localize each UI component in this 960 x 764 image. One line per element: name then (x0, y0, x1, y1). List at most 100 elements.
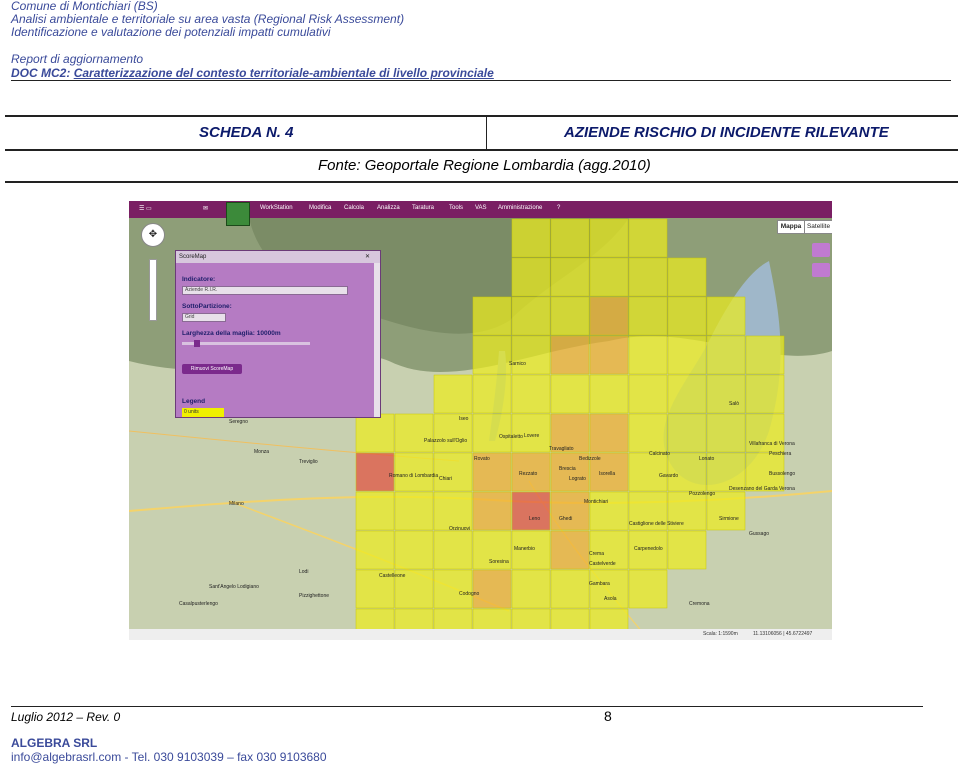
grid-cell (628, 569, 668, 609)
mesh-slider-track[interactable] (182, 342, 310, 345)
grid-cell (706, 335, 746, 375)
grid-cell (628, 413, 668, 453)
grid-cell (511, 491, 551, 531)
panel-title-bar: ScoreMap ✕ (176, 251, 380, 263)
grid-cell (589, 374, 629, 414)
grid-cell (394, 491, 434, 531)
menu-amministrazione[interactable]: Amministrazione (498, 205, 542, 211)
grid-cell (472, 491, 512, 531)
remove-scoremap-button[interactable]: Rimuovi ScoreMap (182, 364, 242, 374)
scale-readout: Scala: 1:1590m (703, 631, 738, 637)
place-label: Chiari (439, 476, 453, 482)
header-doc: DOC MC2: Caratterizzazione del contesto … (11, 67, 494, 80)
toolbar-menu-icon[interactable]: ☰ ▭ (139, 205, 152, 212)
grid-cell (550, 218, 590, 258)
footer-contact: info@algebrasrl.com - Tel. 030 9103039 –… (11, 750, 327, 764)
place-label: Casalpusterlengo (179, 601, 218, 607)
grid-cell (706, 296, 746, 336)
place-label: Orzinuovi (449, 526, 471, 532)
menu-taratura[interactable]: Taratura (412, 205, 434, 211)
page-number: 8 (604, 708, 612, 724)
place-label: Castelverde (589, 561, 616, 567)
side-tool-icon-2[interactable] (812, 263, 830, 277)
pan-control-icon[interactable]: ✥ (141, 223, 165, 247)
grid-cell (589, 218, 629, 258)
place-label: Sant'Angelo Lodigiano (209, 584, 259, 590)
map-screenshot: ☰ ▭ ✉ WorkStation Modifica Calcola Anali… (129, 201, 832, 640)
place-label: Gavardo (659, 473, 679, 479)
grid-cell (667, 530, 707, 570)
grid-cell (589, 413, 629, 453)
place-label: Leno (529, 516, 541, 522)
place-label: Lonato (699, 456, 715, 462)
grid-cell (355, 491, 395, 531)
scheda-bottom-rule (5, 181, 958, 183)
panel-close-icon[interactable]: ✕ (365, 251, 370, 263)
grid-cell (550, 530, 590, 570)
grid-cell (472, 296, 512, 336)
grid-cell (433, 569, 473, 609)
place-label: Ghedi (559, 516, 573, 522)
place-label: Lodi (299, 569, 309, 575)
grid-cell (550, 374, 590, 414)
grid-cell (667, 374, 707, 414)
grid-cell (589, 257, 629, 297)
place-label: Sirmione (719, 516, 739, 522)
place-label: Palazzolo sull'Oglio (424, 438, 468, 444)
grid-cell (589, 296, 629, 336)
grid-cell (511, 335, 551, 375)
subpartition-label: SottoPartizione: (182, 303, 232, 310)
subpartition-select[interactable]: Grid (182, 313, 226, 322)
indicator-select[interactable]: Aziende R.I.R. (182, 286, 348, 295)
mesh-slider-handle[interactable] (194, 340, 200, 347)
menu-vas[interactable]: VAS (475, 205, 487, 211)
grid-cell (355, 530, 395, 570)
place-label: Carpenedolo (634, 546, 663, 552)
place-label: Milano (229, 501, 244, 507)
grid-cell (667, 257, 707, 297)
grid-cell (628, 335, 668, 375)
panel-scrollbar[interactable] (374, 263, 380, 417)
place-label: Bussolengo (769, 471, 796, 477)
place-label: Calcinato (649, 451, 670, 457)
scheda-mid-rule (5, 149, 958, 151)
grid-cell (394, 452, 434, 492)
grid-cell (472, 335, 512, 375)
grid-cell (355, 413, 395, 453)
place-label: Verona (779, 486, 795, 492)
place-label: Soresina (489, 559, 509, 565)
side-tool-icon[interactable] (812, 243, 830, 257)
grid-cell (550, 257, 590, 297)
grid-cell (433, 530, 473, 570)
grid-cell (706, 491, 746, 531)
grid-cell (550, 491, 590, 531)
place-label: Desenzano del Garda (729, 486, 778, 492)
place-label: Treviglio (299, 459, 318, 465)
grid-cell (745, 335, 785, 375)
place-label: Castiglione delle Stiviere (629, 521, 684, 527)
menu-analizza[interactable]: Analizza (377, 205, 400, 211)
place-label: Crema (589, 551, 605, 557)
mail-icon[interactable]: ✉ (203, 205, 208, 212)
scoremap-panel: ScoreMap ✕ Indicatore: Aziende R.I.R. So… (175, 250, 381, 418)
place-label: Pizzighettone (299, 593, 330, 599)
menu-tools[interactable]: Tools (449, 205, 463, 211)
grid-cell (550, 335, 590, 375)
scheda-number: SCHEDA N. 4 (199, 124, 294, 141)
grid-cell (472, 413, 512, 453)
zoom-slider[interactable] (149, 259, 157, 321)
place-label: Sarnico (509, 361, 526, 367)
maptype-map-button[interactable]: Mappa (777, 220, 805, 234)
maptype-satellite-button[interactable]: Satellite (804, 220, 832, 234)
grid-cell (472, 374, 512, 414)
app-logo-icon (226, 202, 250, 226)
menu-calcola[interactable]: Calcola (344, 205, 364, 211)
menu-modifica[interactable]: Modifica (309, 205, 331, 211)
scheda-divider (486, 117, 487, 149)
grid-cell (511, 374, 551, 414)
menu-help[interactable]: ? (557, 205, 560, 211)
grid-cell (511, 257, 551, 297)
legend-item: 0 units (182, 408, 224, 417)
header-rule (11, 80, 951, 81)
menu-workstation[interactable]: WorkStation (260, 205, 293, 211)
